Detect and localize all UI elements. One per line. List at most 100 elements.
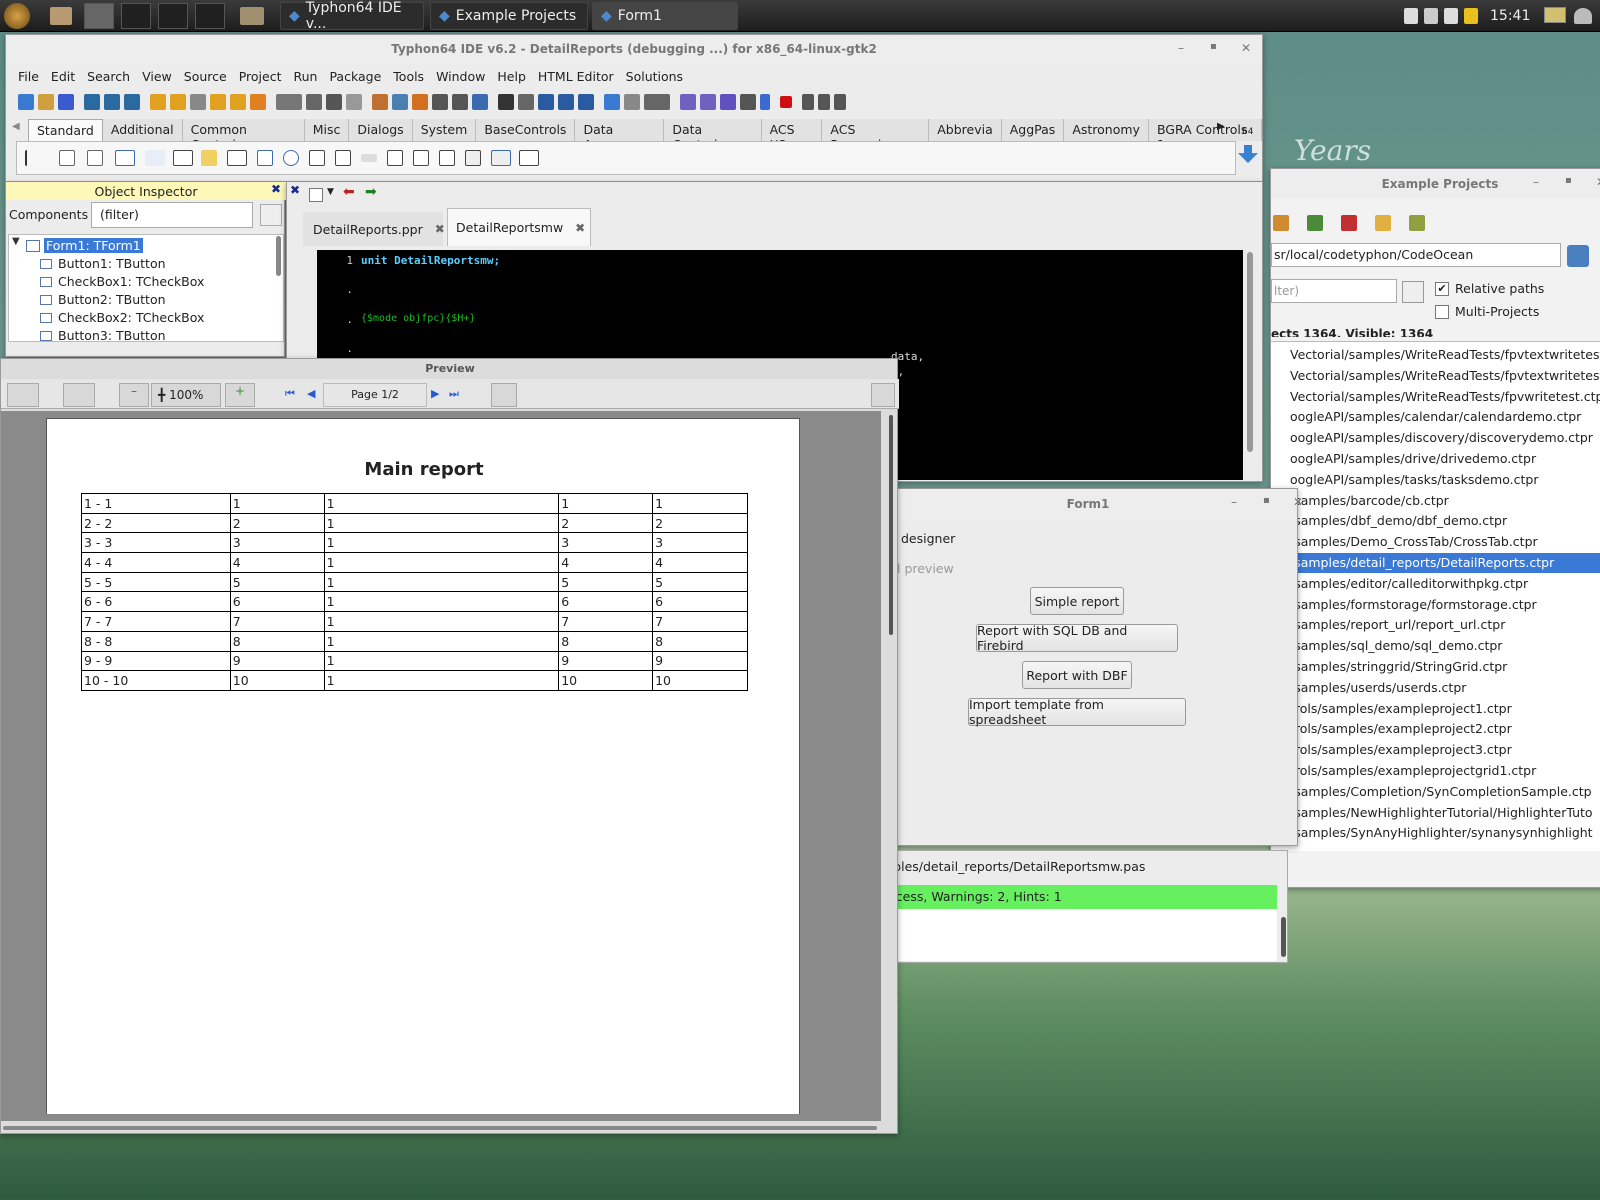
package-open-icon[interactable]	[170, 94, 186, 110]
back-arrow-icon[interactable]: ⬅	[343, 184, 355, 200]
close-button[interactable]: ✕	[1293, 495, 1303, 509]
project-list-item[interactable]: oogleAPI/samples/calendar/calendardemo.c…	[1290, 407, 1600, 427]
project-options-icon[interactable]	[372, 94, 388, 110]
radiogroup-icon[interactable]	[413, 150, 429, 166]
project-list-item[interactable]: /samples/Completion/SynCompletionSample.…	[1290, 782, 1600, 802]
edit-icon[interactable]	[173, 150, 193, 166]
actionlist-icon[interactable]	[519, 150, 539, 166]
close-file-icon[interactable]	[346, 94, 362, 110]
workspace-4[interactable]	[195, 3, 225, 29]
checkgroup-icon[interactable]	[439, 150, 455, 166]
project-list-item[interactable]: oogleAPI/samples/tasks/tasksdemo.ctpr	[1290, 470, 1600, 490]
view-icon[interactable]	[558, 94, 574, 110]
save-icon[interactable]	[7, 383, 39, 407]
project-list-item[interactable]: Vectorial/samples/WriteReadTests/fpvwrit…	[1290, 387, 1600, 407]
palette-scroll-right[interactable]: ▶	[1217, 121, 1225, 132]
project-list-item[interactable]: /samples/formstorage/formstorage.ctpr	[1290, 595, 1600, 615]
maximize-button[interactable]: ▪	[1565, 175, 1572, 186]
editor-tab-detailreports-ppr[interactable]: DetailReports.ppr ✖	[303, 212, 445, 246]
package-remove-icon[interactable]	[250, 94, 266, 110]
last-page-icon[interactable]: ⏭	[449, 387, 459, 401]
zoom-out-icon[interactable]: –	[119, 383, 149, 407]
listbox-icon[interactable]	[309, 150, 325, 166]
close-tab-icon[interactable]: ✖	[435, 222, 445, 236]
togglebox-icon[interactable]	[227, 150, 247, 166]
memo-icon[interactable]	[201, 150, 217, 166]
project-list-item[interactable]: trols/samples/exampleprojectgrid1.ctpr	[1290, 761, 1600, 781]
palette-tab-basecontrols[interactable]: BaseControls	[476, 119, 576, 141]
maximize-button[interactable]: ▪	[1210, 41, 1217, 52]
palette-tab-aggpas[interactable]: AggPas	[1001, 119, 1065, 141]
project-list-item[interactable]: /samples/editor/calleditorwithpkg.ctpr	[1290, 574, 1600, 594]
package-list-icon[interactable]	[190, 94, 206, 110]
step-out-icon[interactable]	[834, 94, 846, 110]
vscroll-thumb[interactable]	[889, 415, 893, 635]
menu-help[interactable]: Help	[491, 69, 532, 84]
palette-tab-abbrevia[interactable]: Abbrevia	[929, 119, 1002, 141]
frame-icon[interactable]	[491, 150, 511, 166]
close-icon[interactable]: ✖	[290, 183, 300, 197]
clock[interactable]: 15:41	[1490, 2, 1530, 30]
relative-paths-checkbox[interactable]: ✔ Relative paths	[1435, 281, 1544, 296]
preview-titlebar[interactable]: Preview	[1, 359, 899, 377]
menu-html-editor[interactable]: HTML Editor	[532, 69, 620, 84]
network-icon[interactable]	[1444, 8, 1458, 24]
task-typhon-ide[interactable]: ◆ Typhon64 IDE v...	[280, 0, 424, 32]
dropdown-icon[interactable]: ▼	[327, 187, 334, 197]
project-list-item[interactable]: trols/samples/exampleproject3.ctpr	[1290, 740, 1600, 760]
path-field[interactable]: sr/local/codetyphon/CodeOcean	[1271, 243, 1561, 267]
editor-menu-icon[interactable]	[309, 188, 323, 202]
minimize-button[interactable]: –	[1533, 175, 1539, 189]
debug-icon[interactable]	[578, 94, 594, 110]
menu-tools[interactable]: Tools	[387, 69, 430, 84]
project-list-item[interactable]: /samples/stringgrid/StringGrid.ctpr	[1290, 657, 1600, 677]
mainmenu-icon[interactable]	[59, 150, 75, 166]
simple-report-button[interactable]: Simple report	[1030, 587, 1124, 615]
save-all-icon[interactable]	[326, 94, 342, 110]
new-form-icon[interactable]	[38, 94, 54, 110]
hscroll-thumb[interactable]	[3, 1126, 877, 1130]
forms-icon[interactable]	[518, 94, 534, 110]
label-icon[interactable]	[145, 150, 165, 166]
volume-icon[interactable]	[1424, 8, 1438, 24]
copy-icon[interactable]	[432, 94, 448, 110]
tree-scrollbar[interactable]	[276, 236, 281, 276]
workspace-3[interactable]	[158, 3, 188, 29]
palette-tab-dialogs[interactable]: Dialogs	[349, 119, 413, 141]
component-filter-input[interactable]: (filter)	[91, 202, 253, 228]
project-list-item[interactable]: /samples/NewHighlighterTutorial/Highligh…	[1290, 803, 1600, 823]
folder-icon[interactable]	[1375, 215, 1391, 231]
tree-expand-icon[interactable]: ▼	[12, 236, 20, 247]
checkbox-icon[interactable]	[257, 150, 273, 166]
groupbox-icon[interactable]	[387, 150, 403, 166]
find-icon[interactable]	[84, 94, 100, 110]
toggle-form-icon[interactable]	[472, 94, 488, 110]
editor-tab-detailreportsmw[interactable]: DetailReportsmw ✖	[447, 208, 591, 246]
settings-icon[interactable]	[1409, 215, 1425, 231]
user-icon[interactable]	[1574, 8, 1592, 24]
forward-arrow-icon[interactable]: ➡	[365, 184, 377, 200]
messages-scrollbar[interactable]	[1281, 917, 1286, 957]
button-icon[interactable]	[115, 150, 135, 166]
tree-item-checkbox2[interactable]: CheckBox2: TCheckBox	[40, 310, 204, 325]
run-params-icon[interactable]	[740, 94, 756, 110]
palette-tab-common-controls[interactable]: Common Controls	[182, 119, 305, 152]
gears-icon[interactable]	[700, 94, 716, 110]
project-list-item[interactable]: oogleAPI/samples/discovery/discoverydemo…	[1290, 428, 1600, 448]
trash-icon[interactable]	[1404, 8, 1418, 24]
build-mode-icon[interactable]	[644, 94, 670, 110]
tree-item-checkbox1[interactable]: CheckBox1: TCheckBox	[40, 274, 204, 289]
palette-tab-system[interactable]: System	[412, 119, 477, 141]
remove-icon[interactable]	[1341, 215, 1357, 231]
palette-tab-standard[interactable]: Standard	[28, 119, 103, 141]
pause-icon[interactable]	[760, 94, 770, 110]
palette-scroll-left[interactable]: ◀	[12, 121, 20, 132]
zoom-in-icon[interactable]: +	[225, 383, 255, 407]
window-list-icon[interactable]	[452, 94, 468, 110]
menu-window[interactable]: Window	[430, 69, 491, 84]
close-button[interactable]: ✕	[1241, 41, 1251, 55]
search-icon[interactable]	[124, 94, 140, 110]
panel-icon[interactable]	[465, 150, 481, 166]
tools-icon[interactable]	[624, 94, 640, 110]
project-list-item[interactable]: Vectorial/samples/WriteReadTests/fpvtext…	[1290, 345, 1600, 365]
